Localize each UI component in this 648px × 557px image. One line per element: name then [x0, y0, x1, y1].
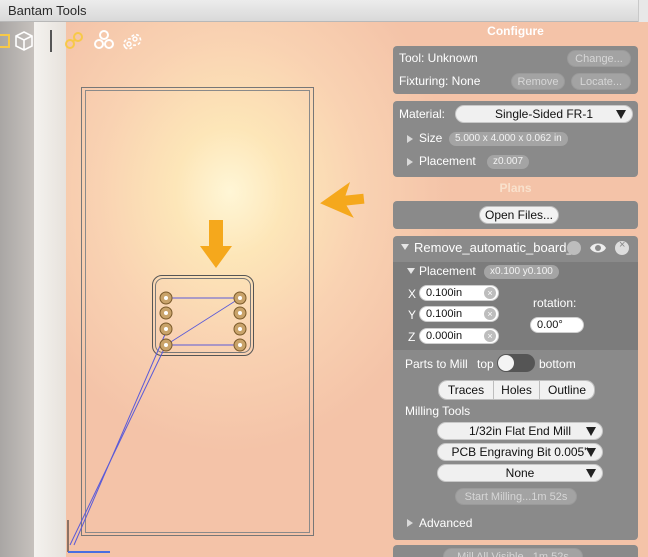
tool-fixturing-group: Tool: Unknown Change... Fixturing: None … [393, 46, 638, 94]
clear-z-icon[interactable]: × [484, 330, 496, 342]
x-input[interactable]: 0.100in × [419, 285, 499, 301]
clear-y-icon[interactable]: × [484, 308, 496, 320]
material-label: Material: [399, 107, 446, 121]
fixturing-label: Fixturing: None [399, 74, 481, 88]
tab-holes[interactable]: Holes [494, 381, 540, 399]
file-placement-badge: x0.100 y0.100 [484, 265, 559, 279]
parts-to-mill-label: Parts to Mill [405, 357, 468, 371]
milling-tool-1-value: 1/32in Flat End Mill [468, 424, 572, 438]
collapse-placement-icon[interactable] [407, 268, 415, 274]
change-tool-button[interactable]: Change... [567, 50, 631, 67]
material-placement-badge: z0.007 [487, 155, 530, 169]
parts-side-toggle[interactable] [497, 354, 535, 372]
file-group: Remove_automatic_board_ × Placement x0.1… [393, 236, 638, 540]
chevron-down-icon [586, 448, 596, 457]
y-input-value: 0.100in [426, 308, 463, 320]
collapse-file-icon[interactable] [401, 244, 409, 250]
mill-all-visible-button[interactable]: Mill All Visible...1m 52s [443, 548, 583, 557]
start-milling-button[interactable]: Start Milling...1m 52s [455, 488, 577, 505]
advanced-label[interactable]: Advanced [419, 516, 472, 530]
expand-advanced-icon[interactable] [407, 519, 413, 527]
milling-tools-label: Milling Tools [405, 404, 471, 418]
milling-tool-2-select[interactable]: PCB Engraving Bit 0.005" [437, 443, 603, 461]
material-placement-label[interactable]: Placement [419, 154, 476, 168]
z-input-value: 0.000in [426, 330, 463, 342]
close-x-glyph: × [619, 239, 626, 251]
size-label[interactable]: Size [419, 131, 442, 145]
material-select-value: Single-Sided FR-1 [494, 107, 594, 121]
plans-header: Plans [499, 181, 532, 195]
tab-traces[interactable]: Traces [439, 381, 494, 399]
size-badge: 5.000 x 4.000 x 0.062 in [449, 132, 568, 146]
material-group: Material: Single-Sided FR-1 Size 5.000 x… [393, 101, 638, 177]
mill-all-group: Mill All Visible...1m 52s [393, 545, 638, 557]
open-files-group: Open Files... [393, 201, 638, 229]
down-arrow-icon [200, 220, 232, 268]
milling-tool-2-value: PCB Engraving Bit 0.005" [451, 445, 589, 459]
configure-header: Configure [487, 24, 544, 38]
top-label: top [477, 357, 494, 371]
bottom-label: bottom [539, 357, 576, 371]
milling-tool-3-value: None [505, 466, 535, 480]
z-input[interactable]: 0.000in × [419, 328, 499, 344]
chevron-down-icon [586, 427, 596, 436]
rotation-input[interactable]: 0.00° [530, 317, 584, 333]
x-label: X [408, 287, 417, 301]
chevron-down-icon [586, 469, 596, 478]
material-select[interactable]: Single-Sided FR-1 [455, 105, 633, 123]
open-files-button[interactable]: Open Files... [479, 206, 559, 224]
eye-icon[interactable] [589, 240, 607, 256]
file-placement-label: Placement [419, 264, 476, 278]
chevron-down-icon [616, 110, 626, 119]
expand-size-icon[interactable] [407, 135, 413, 143]
expand-placement-icon[interactable] [407, 158, 413, 166]
remove-fixturing-button[interactable]: Remove [511, 73, 565, 90]
y-label: Y [408, 308, 417, 322]
left-arrow-icon [320, 182, 365, 218]
toggle-knob [498, 355, 514, 371]
tab-outline[interactable]: Outline [540, 381, 594, 399]
milling-tool-3-select[interactable]: None [437, 464, 603, 482]
y-input[interactable]: 0.100in × [419, 306, 499, 322]
rotation-label: rotation: [533, 296, 577, 310]
file-name: Remove_automatic_board_ [414, 240, 574, 255]
mill-features-tabs: Traces Holes Outline [438, 380, 595, 400]
clear-x-icon[interactable]: × [484, 287, 496, 299]
refresh-icon[interactable] [567, 241, 581, 255]
tool-label: Tool: Unknown [399, 51, 478, 65]
z-label: Z [408, 330, 416, 344]
x-input-value: 0.100in [426, 287, 463, 299]
locate-fixturing-button[interactable]: Locate... [571, 73, 631, 90]
rotation-input-value: 0.00° [537, 319, 563, 331]
milling-tool-1-select[interactable]: 1/32in Flat End Mill [437, 422, 603, 440]
